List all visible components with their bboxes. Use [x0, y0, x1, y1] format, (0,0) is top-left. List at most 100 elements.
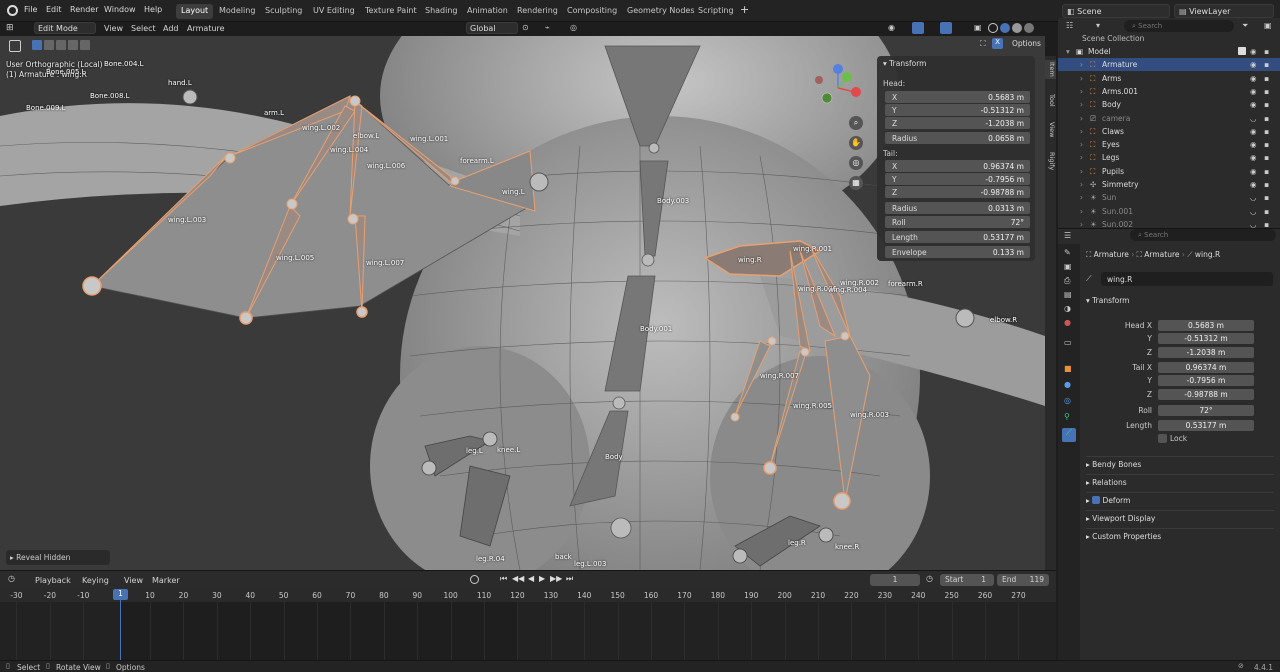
overlay-toggle-icon[interactable] — [940, 22, 952, 34]
panel-transform[interactable]: ▾ Transform — [1086, 296, 1274, 310]
menu-marker[interactable]: Marker — [152, 576, 180, 585]
visibility-eye-icon[interactable]: ◉ — [1250, 47, 1257, 56]
tail-x-field[interactable]: X 0.96374 m — [885, 160, 1030, 172]
tab-item[interactable]: Item — [1045, 60, 1056, 79]
menu-playback[interactable]: Playback — [35, 576, 71, 585]
prop-value-field[interactable]: -0.51312 m — [1158, 333, 1254, 344]
menu-file[interactable]: File — [24, 5, 37, 14]
prop-value-field[interactable]: 72° — [1158, 405, 1254, 416]
mode-selector[interactable]: Edit Mode — [34, 22, 96, 34]
prop-value-field[interactable]: 0.5683 m — [1158, 320, 1254, 331]
render-toggle-icon[interactable]: ▪ — [1264, 60, 1269, 69]
jump-end-icon[interactable]: ⏭ — [566, 574, 573, 584]
outliner-row[interactable]: › ☀ Sun ◡ ▪ — [1058, 191, 1280, 204]
snap-icon[interactable]: ⌁ — [545, 23, 550, 32]
expand-arrow-icon[interactable]: › — [1080, 114, 1083, 123]
menu-view[interactable]: View — [104, 24, 123, 33]
tab-rigify[interactable]: Rigify — [1045, 150, 1056, 172]
outliner-row[interactable]: › ☀ Sun.001 ◡ ▪ — [1058, 205, 1280, 218]
head-z-field[interactable]: Z -1.2038 m — [885, 117, 1030, 129]
tab-animation[interactable]: Animation — [462, 4, 513, 19]
blender-logo-icon[interactable] — [7, 5, 18, 16]
panel-bendy-bones[interactable]: ▸ Bendy Bones — [1086, 456, 1274, 470]
deform-checkbox[interactable] — [1092, 496, 1101, 504]
expand-arrow-icon[interactable]: › — [1080, 193, 1083, 202]
view-layer-selector[interactable]: ▤ ViewLayer — [1174, 4, 1274, 18]
tab-tool[interactable]: Tool — [1045, 92, 1056, 109]
visibility-icon[interactable]: ◉ — [888, 23, 895, 32]
play-icon[interactable]: ▶ — [539, 574, 545, 583]
expand-arrow-icon[interactable]: › — [1080, 74, 1083, 83]
outliner-row[interactable]: › ⛶ Arms.001 ◉ ▪ — [1058, 85, 1280, 98]
length-field[interactable]: Length 0.53177 m — [885, 231, 1030, 243]
panel-viewport-display[interactable]: ▸ Viewport Display — [1086, 510, 1274, 524]
menu-timeline-view[interactable]: View — [124, 576, 143, 585]
playhead-handle[interactable]: 1 — [113, 589, 128, 600]
tab-uv-editing[interactable]: UV Editing — [308, 4, 360, 19]
prev-key-icon[interactable]: ◀◀ — [512, 574, 524, 583]
roll-field[interactable]: Roll 72° — [885, 216, 1030, 228]
pan-hand-icon[interactable]: ✋ — [849, 136, 863, 150]
outliner-row[interactable]: › ⛶ Armature ◉ ▪ — [1058, 58, 1280, 72]
visibility-eye-icon[interactable]: ◉ — [1250, 87, 1257, 96]
render-toggle-icon[interactable]: ▪ — [1264, 207, 1269, 216]
tab-shading[interactable]: Shading — [420, 4, 463, 19]
visibility-eye-icon[interactable]: ◉ — [1250, 153, 1257, 162]
editor-type-icon[interactable]: ⊞ — [6, 23, 14, 33]
transform-affect-icon[interactable]: ⛶ — [980, 39, 986, 49]
tab-texture-paint[interactable]: Texture Paint — [360, 4, 422, 19]
shading-wire-icon[interactable] — [988, 23, 998, 33]
tab-scripting[interactable]: Scripting — [693, 4, 739, 19]
playhead-line[interactable] — [120, 598, 121, 660]
visibility-eye-icon[interactable]: ◉ — [1250, 167, 1257, 176]
outliner-row[interactable]: › ⛶ Body ◉ ▪ — [1058, 98, 1280, 111]
tab-compositing[interactable]: Compositing — [562, 4, 622, 19]
properties-editor-icon[interactable]: ☰ — [1064, 231, 1071, 240]
render-toggle-icon[interactable]: ▪ — [1264, 153, 1269, 162]
envelope-field[interactable]: Envelope 0.133 m — [885, 246, 1030, 258]
tool-tab-icon[interactable]: ✎ — [1064, 248, 1071, 257]
properties-search[interactable]: ⌕ Search — [1130, 229, 1276, 241]
lock-checkbox[interactable] — [1158, 434, 1167, 443]
output-tab-icon[interactable]: ⎙ — [1064, 276, 1070, 286]
shading-material-icon[interactable] — [1012, 23, 1022, 33]
shading-rendered-icon[interactable] — [1024, 23, 1034, 33]
collection-checkbox[interactable] — [1238, 47, 1246, 55]
view-layer-tab-icon[interactable]: ▤ — [1064, 290, 1072, 299]
proportional-icon[interactable]: ◎ — [570, 23, 577, 32]
select-box-icon[interactable] — [32, 40, 42, 50]
frame-range-icon[interactable]: ◷ — [926, 574, 933, 583]
reveal-hidden-button[interactable]: ▸ Reveal Hidden — [6, 550, 110, 565]
bone-name-field[interactable]: wing.R — [1101, 272, 1273, 286]
new-collection-icon[interactable]: ▣ — [1264, 21, 1272, 30]
head-y-field[interactable]: Y -0.51312 m — [885, 104, 1030, 116]
render-toggle-icon[interactable]: ▪ — [1264, 74, 1269, 83]
expand-arrow-icon[interactable]: ▾ — [1066, 47, 1070, 56]
expand-arrow-icon[interactable]: › — [1080, 87, 1083, 96]
scene-collection-row[interactable]: Scene Collection — [1082, 34, 1144, 43]
pivot-icon[interactable]: ⊙ — [522, 23, 529, 32]
timeline-area[interactable]: -30-20-101102030405060708090100110120130… — [0, 588, 1056, 660]
bone-tab-icon[interactable]: ⟋ — [1062, 428, 1076, 442]
outliner-editor-icon[interactable]: ☷ — [1066, 21, 1073, 30]
tail-radius-field[interactable]: Radius 0.0313 m — [885, 202, 1030, 214]
add-workspace-icon[interactable]: + — [740, 3, 749, 16]
play-reverse-icon[interactable]: ◀ — [528, 574, 534, 583]
visibility-eye-icon[interactable]: ◡ — [1250, 207, 1257, 216]
head-radius-field[interactable]: Radius 0.0658 m — [885, 132, 1030, 144]
select-invert-icon[interactable] — [68, 40, 78, 50]
head-x-field[interactable]: X 0.5683 m — [885, 91, 1030, 103]
next-key-icon[interactable]: ▶▶ — [550, 574, 562, 583]
jump-start-icon[interactable]: ⏮ — [500, 574, 507, 584]
display-mode-icon[interactable]: ▾ — [1096, 21, 1100, 30]
panel-custom-properties[interactable]: ▸ Custom Properties — [1086, 528, 1274, 542]
current-frame-field[interactable]: 1 — [870, 574, 920, 586]
prop-value-field[interactable]: 0.96374 m — [1158, 362, 1254, 373]
menu-render[interactable]: Render — [70, 5, 98, 14]
outliner-row[interactable]: › ⛶ Pupils ◉ ▪ — [1058, 165, 1280, 178]
render-toggle-icon[interactable]: ▪ — [1264, 100, 1269, 109]
end-frame-field[interactable]: End 119 — [997, 574, 1049, 586]
menu-help[interactable]: Help — [144, 5, 162, 14]
menu-keying[interactable]: Keying — [82, 576, 109, 585]
prop-value-field[interactable]: 0.53177 m — [1158, 420, 1254, 431]
